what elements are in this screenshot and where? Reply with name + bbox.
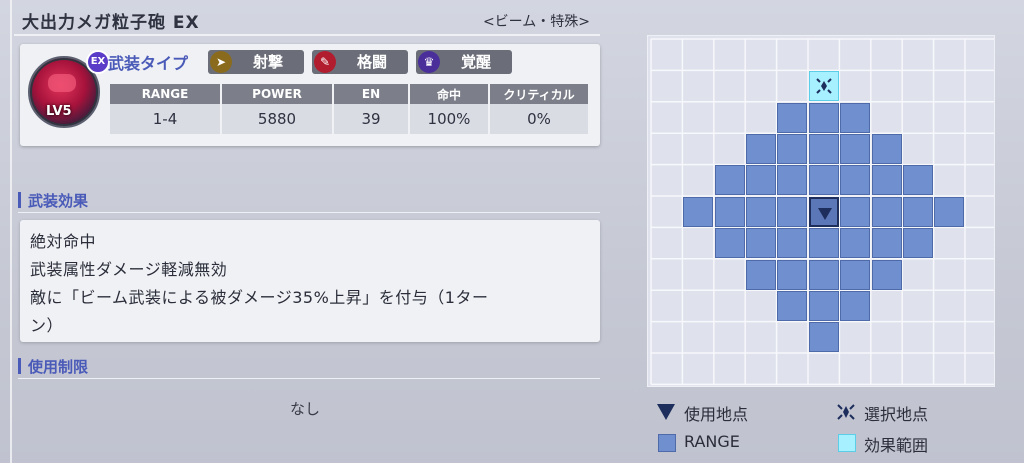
legend-select-point-label: 選択地点 [864,405,929,424]
header-divider [14,34,600,36]
tag-label: 格闘 [356,53,387,71]
ex-badge: EX [86,50,110,74]
level-label: LV5 [46,104,72,119]
legend-effect-range: 効果範囲 [838,432,928,456]
restriction-divider [18,378,600,379]
range-cell[interactable] [777,165,808,196]
awakening-icon: ♛ [418,51,440,73]
stat-header-accuracy: 命中 [409,84,490,104]
unit-head-icon [48,74,76,92]
shooting-icon: ➤ [210,51,232,73]
tag-shooting: ➤ 射撃 [208,50,304,74]
weapon-header: 大出力メガ粒子砲 EX <ビーム・特殊> [14,6,600,34]
effect-swatch-icon [838,434,856,452]
effects-divider [18,212,600,213]
range-cell[interactable] [871,165,902,196]
stat-header-power: POWER [221,84,334,104]
range-cell[interactable] [745,196,776,227]
stats-header-row: RANGE POWER EN 命中 クリティカル [110,84,588,104]
range-map-grid [648,36,994,386]
range-cell[interactable] [777,196,808,227]
restriction-value: なし [290,400,321,418]
range-cell[interactable] [840,259,871,290]
range-cell[interactable] [840,165,871,196]
tag-melee: ✎ 格闘 [312,50,408,74]
range-cell[interactable] [840,133,871,164]
stat-range-value: 1-4 [110,104,222,134]
effects-box: 絶対命中 武装属性ダメージ軽減無効 敵に「ビーム武装による被ダメージ35%上昇」… [20,220,600,342]
range-cell[interactable] [840,228,871,259]
legend-effect-range-label: 効果範囲 [864,436,929,455]
restriction-heading: 使用制限 [18,356,88,377]
effects-heading: 武装効果 [18,190,88,211]
range-cell[interactable] [745,165,776,196]
effect-line: 敵に「ビーム武装による被ダメージ35%上昇」を付与（1ター [30,288,489,307]
range-cell[interactable] [808,165,839,196]
range-cell[interactable] [840,102,871,133]
range-cell[interactable] [745,259,776,290]
legend-range-label: RANGE [684,432,740,451]
select-point-icon [837,404,855,420]
stats-value-row: 1-4 5880 39 100% 0% [110,104,588,134]
range-cell[interactable] [683,196,714,227]
legend-use-point-label: 使用地点 [684,405,749,424]
weapon-name: 大出力メガ粒子砲 EX [22,13,200,33]
effect-line: 武装属性ダメージ軽減無効 [30,260,228,279]
legend-select-point: 選択地点 [836,401,928,425]
tag-label: 射撃 [252,53,283,71]
use-point-cell[interactable] [808,196,841,229]
stat-power-value: 5880 [221,104,334,134]
range-cell[interactable] [871,228,902,259]
stat-header-en: EN [333,84,410,104]
effect-cell[interactable] [808,71,840,102]
stat-header-range: RANGE [110,84,222,104]
stat-accuracy-value: 100% [409,104,490,134]
range-cell[interactable] [808,322,839,353]
range-cell[interactable] [871,133,902,164]
range-cell[interactable] [840,196,871,227]
use-point-icon [811,199,841,229]
weapon-category: <ビーム・特殊> [482,14,590,30]
legend-use-point: 使用地点 [656,401,748,425]
range-cell[interactable] [777,228,808,259]
weapon-type-label: 武装タイプ [108,54,189,73]
range-cell[interactable] [808,290,839,321]
stat-critical-value: 0% [489,104,588,134]
stat-header-critical: クリティカル [489,84,588,104]
legend-range: RANGE [658,432,740,452]
range-cell[interactable] [777,133,808,164]
weapon-info-card: LV5 EX 武装タイプ ➤ 射撃 ✎ 格闘 ♛ 覚醒 RANGE POWER … [20,44,600,146]
range-cell[interactable] [808,102,839,133]
tag-awakening: ♛ 覚醒 [416,50,512,74]
range-cell[interactable] [777,102,808,133]
range-cell[interactable] [777,259,808,290]
range-cell[interactable] [871,196,902,227]
range-cell[interactable] [808,228,839,259]
range-swatch-icon [658,434,676,452]
tag-label: 覚醒 [460,53,491,71]
range-cell[interactable] [808,259,839,290]
panel-edge [10,0,12,463]
range-cell[interactable] [840,290,871,321]
range-cell[interactable] [902,196,933,227]
range-cell[interactable] [808,133,839,164]
stat-en-value: 39 [333,104,410,134]
range-cell[interactable] [714,165,745,196]
range-cell[interactable] [777,290,808,321]
range-cell[interactable] [745,228,776,259]
use-point-icon [657,404,675,420]
select-point-icon [810,72,840,102]
range-cell[interactable] [714,196,745,227]
effect-line: ン） [30,316,64,335]
range-cell[interactable] [934,196,965,227]
range-cell[interactable] [745,133,776,164]
weapon-stats-table: RANGE POWER EN 命中 クリティカル 1-4 5880 39 100… [110,84,588,134]
range-cell[interactable] [902,228,933,259]
range-cell[interactable] [871,259,902,290]
range-cell[interactable] [902,165,933,196]
melee-icon: ✎ [314,51,336,73]
range-cell[interactable] [714,228,745,259]
effect-line: 絶対命中 [30,232,97,251]
